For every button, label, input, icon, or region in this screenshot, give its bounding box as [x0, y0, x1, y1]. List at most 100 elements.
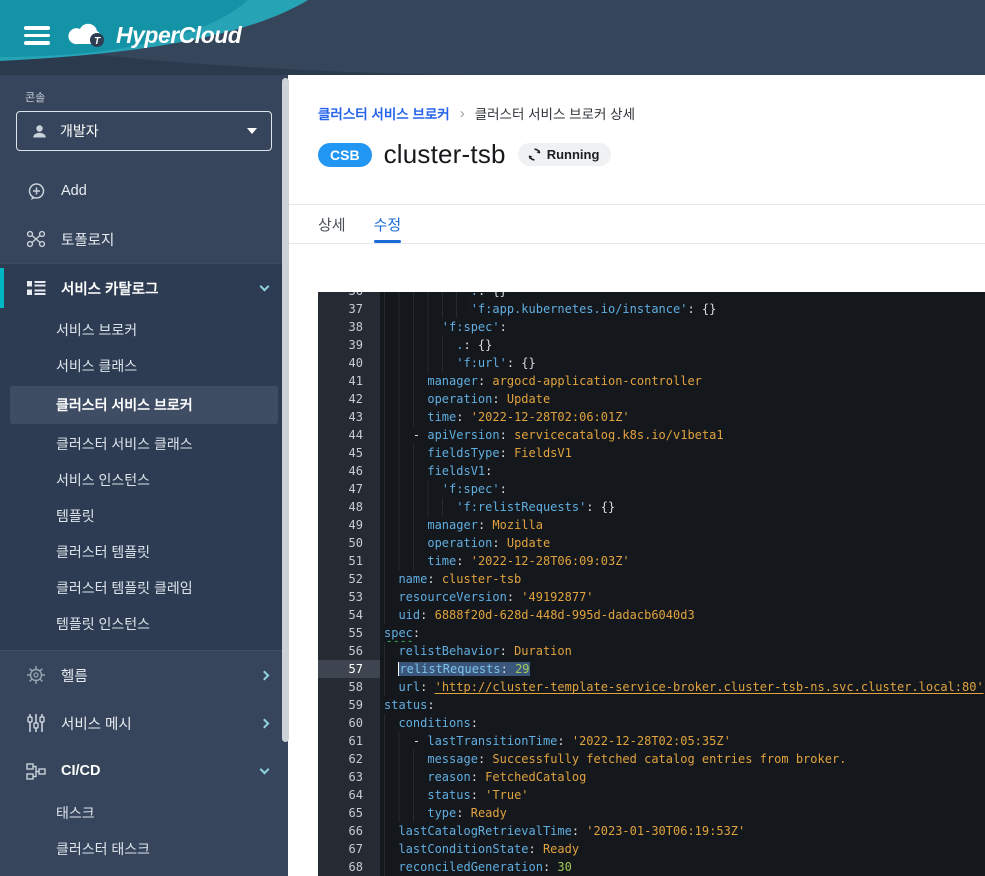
code-line[interactable]: 41 manager: argocd-application-controlle… — [318, 372, 985, 390]
code-line[interactable]: 64 status: 'True' — [318, 786, 985, 804]
sidebar-item-ci-cd[interactable]: CI/CD — [0, 747, 288, 795]
code-line[interactable]: 40 'f:url': {} — [318, 354, 985, 372]
code-line[interactable]: 66 lastCatalogRetrievalTime: '2023-01-30… — [318, 822, 985, 840]
console-label: 콘솔 — [25, 89, 288, 105]
code-text: conditions: — [380, 714, 985, 732]
code-line[interactable]: 63 reason: FetchedCatalog — [318, 768, 985, 786]
sidebar-subitem-클러스터-서비스-클래스[interactable]: 클러스터 서비스 클래스 — [0, 426, 288, 462]
code-text: 'f:spec': — [380, 318, 985, 336]
code-line[interactable]: 67 lastConditionState: Ready — [318, 840, 985, 858]
code-text: operation: Update — [380, 534, 985, 552]
main-content: 클러스터 서비스 브로커 › 클러스터 서비스 브로커 상세 CSB clust… — [288, 75, 985, 876]
code-line[interactable]: 50 operation: Update — [318, 534, 985, 552]
sidebar-subitem-서비스-브로커[interactable]: 서비스 브로커 — [0, 312, 288, 348]
role-selector-value: 개발자 — [60, 121, 247, 141]
code-line[interactable]: 56 relistBehavior: Duration — [318, 642, 985, 660]
code-line[interactable]: 46 fieldsV1: — [318, 462, 985, 480]
code-line[interactable]: 48 'f:relistRequests': {} — [318, 498, 985, 516]
line-number: 42 — [318, 390, 380, 408]
line-number: 67 — [318, 840, 380, 858]
code-line[interactable]: 52 name: cluster-tsb — [318, 570, 985, 588]
sidebar-subitem-템플릿[interactable]: 템플릿 — [0, 498, 288, 534]
content-scrollbar[interactable] — [282, 78, 289, 742]
code-text: status: — [380, 696, 985, 714]
line-number: 49 — [318, 516, 380, 534]
sidebar-subitem-태스크-런[interactable]: 태스크 런 — [0, 867, 288, 876]
chevron-right-icon — [260, 718, 270, 728]
code-line[interactable]: 68 reconciledGeneration: 30 — [318, 858, 985, 876]
code-text: 'f:app.kubernetes.io/instance': {} — [380, 300, 985, 318]
line-number: 37 — [318, 300, 380, 318]
code-line[interactable]: 44 - apiVersion: servicecatalog.k8s.io/v… — [318, 426, 985, 444]
code-line[interactable]: 60 conditions: — [318, 714, 985, 732]
code-line[interactable]: 65 type: Ready — [318, 804, 985, 822]
code-text: 'f:relistRequests': {} — [380, 498, 985, 516]
code-line[interactable]: 42 operation: Update — [318, 390, 985, 408]
code-line[interactable]: 37 'f:app.kubernetes.io/instance': {} — [318, 300, 985, 318]
code-line[interactable]: 38 'f:spec': — [318, 318, 985, 336]
code-text: message: Successfully fetched catalog en… — [380, 750, 985, 768]
breadcrumb-parent-link[interactable]: 클러스터 서비스 브로커 — [318, 103, 450, 123]
code-text: lastConditionState: Ready — [380, 840, 985, 858]
tab-edit[interactable]: 수정 — [374, 205, 402, 243]
code-text: - lastTransitionTime: '2022-12-28T02:05:… — [380, 732, 985, 750]
cloud-logo-icon: T — [68, 20, 108, 50]
code-line[interactable]: 49 manager: Mozilla — [318, 516, 985, 534]
sidebar-subitem-템플릿-인스턴스[interactable]: 템플릿 인스턴스 — [0, 606, 288, 642]
code-line[interactable]: 59status: — [318, 696, 985, 714]
tab-detail[interactable]: 상세 — [318, 205, 346, 243]
code-line[interactable]: 53 resourceVersion: '49192877' — [318, 588, 985, 606]
sidebar-item-헬름[interactable]: 헬름 — [0, 651, 288, 699]
sidebar-subitem-클러스터-템플릿-클레임[interactable]: 클러스터 템플릿 클레임 — [0, 570, 288, 606]
sidebar-subitem-클러스터-태스크[interactable]: 클러스터 태스크 — [0, 831, 288, 867]
brand-logo[interactable]: T HyperCloud — [68, 20, 241, 50]
code-line[interactable]: 62 message: Successfully fetched catalog… — [318, 750, 985, 768]
yaml-editor[interactable]: 36 .: {}37 'f:app.kubernetes.io/instance… — [318, 292, 985, 876]
code-line[interactable]: 57 relistRequests: 29 — [318, 660, 985, 678]
code-line[interactable]: 39 .: {} — [318, 336, 985, 354]
code-text: .: {} — [380, 292, 985, 300]
code-line[interactable]: 43 time: '2022-12-28T02:06:01Z' — [318, 408, 985, 426]
sidebar-item-서비스-카탈로그[interactable]: 서비스 카탈로그 — [0, 264, 288, 312]
chevron-down-icon — [260, 282, 270, 292]
role-selector[interactable]: 개발자 — [16, 111, 272, 151]
code-text: time: '2022-12-28T02:06:01Z' — [380, 408, 985, 426]
tab-bar: 상세 수정 — [288, 204, 985, 244]
line-number: 56 — [318, 642, 380, 660]
code-line[interactable]: 55spec: — [318, 624, 985, 642]
code-text: manager: Mozilla — [380, 516, 985, 534]
code-text: fieldsType: FieldsV1 — [380, 444, 985, 462]
line-number: 65 — [318, 804, 380, 822]
code-line[interactable]: 58 url: 'http://cluster-template-service… — [318, 678, 985, 696]
sidebar-item-서비스-메시[interactable]: 서비스 메시 — [0, 699, 288, 747]
line-number: 54 — [318, 606, 380, 624]
line-number: 55 — [318, 624, 380, 642]
svg-text:T: T — [94, 36, 101, 47]
hamburger-menu-icon[interactable] — [24, 26, 50, 48]
code-line[interactable]: 54 uid: 6888f20d-628d-448d-995d-dadacb60… — [318, 606, 985, 624]
code-line[interactable]: 61 - lastTransitionTime: '2022-12-28T02:… — [318, 732, 985, 750]
breadcrumb-separator-icon: › — [460, 105, 465, 122]
code-text: spec: — [380, 624, 985, 642]
line-number: 36 — [318, 292, 380, 300]
topology-icon — [25, 230, 47, 248]
line-number: 47 — [318, 480, 380, 498]
code-line[interactable]: 45 fieldsType: FieldsV1 — [318, 444, 985, 462]
sidebar-subitem-서비스-인스턴스[interactable]: 서비스 인스턴스 — [0, 462, 288, 498]
sidebar-item-토폴로지[interactable]: 토폴로지 — [0, 215, 288, 263]
sidebar-item-label: 토폴로지 — [61, 229, 268, 250]
active-section-accent — [0, 268, 4, 308]
code-text: reason: FetchedCatalog — [380, 768, 985, 786]
sidebar-subitem-클러스터-템플릿[interactable]: 클러스터 템플릿 — [0, 534, 288, 570]
line-number: 61 — [318, 732, 380, 750]
code-line[interactable]: 36 .: {} — [318, 292, 985, 300]
code-line[interactable]: 51 time: '2022-12-28T06:09:03Z' — [318, 552, 985, 570]
code-line[interactable]: 47 'f:spec': — [318, 480, 985, 498]
sidebar-subitem-서비스-클래스[interactable]: 서비스 클래스 — [0, 348, 288, 384]
sidebar-item-add[interactable]: Add — [0, 167, 288, 215]
line-number: 58 — [318, 678, 380, 696]
sidebar-subitem-클러스터-서비스-브로커[interactable]: 클러스터 서비스 브로커 — [10, 386, 278, 424]
sidebar-item-label: Add — [61, 183, 268, 199]
code-text: operation: Update — [380, 390, 985, 408]
sidebar-subitem-태스크[interactable]: 태스크 — [0, 795, 288, 831]
